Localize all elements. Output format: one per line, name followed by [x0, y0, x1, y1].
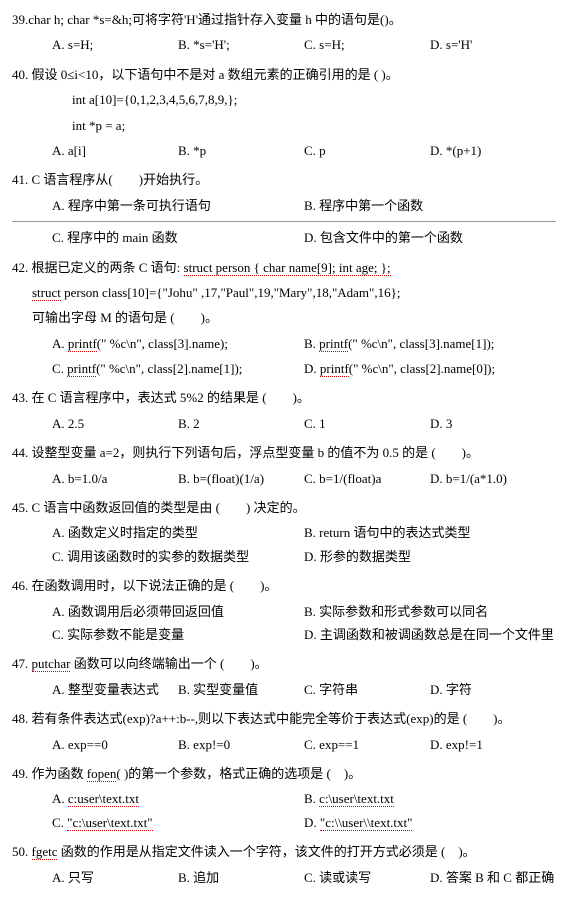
options: A. 2.5 B. 2 C. 1 D. 3 [12, 412, 556, 435]
options-row1: A. 程序中第一条可执行语句 B. 程序中第一个函数 [12, 194, 556, 217]
options: A. 只写 B. 追加 C. 读或读写 D. 答案 B 和 C 都正确 [12, 866, 556, 889]
option-d: D. exp!=1 [430, 733, 556, 756]
option-d: D. 形参的数据类型 [304, 545, 556, 568]
option-c: C. s=H; [304, 33, 430, 56]
options: A. a[i] B. *p C. p D. *(p+1) [12, 139, 556, 162]
option-c: C. printf(" %c\n", class[2].name[1]); [52, 357, 304, 380]
options: A. 函数定义时指定的类型 B. return 语句中的表达式类型 C. 调用该… [12, 521, 556, 568]
options: A. 函数调用后必须带回返回值 B. 实际参数和形式参数可以同名 C. 实际参数… [12, 600, 556, 647]
question-42: 42. 根据已定义的两条 C 语句: struct person { char … [12, 256, 556, 381]
option-b: B. 追加 [178, 866, 304, 889]
option-a: A. a[i] [52, 139, 178, 162]
option-a: A. c:user\text.txt [52, 787, 304, 810]
option-a: A. s=H; [52, 33, 178, 56]
option-a: A. 程序中第一条可执行语句 [52, 194, 304, 217]
question-43: 43. 在 C 语言程序中，表达式 5%2 的结果是 ( )。 A. 2.5 B… [12, 386, 556, 435]
question-39: 39.char h; char *s=&h;可将字符'H'通过指针存入变量 h … [12, 8, 556, 57]
options: A. c:user\text.txt B. c:\user\text.txt C… [12, 787, 556, 834]
option-a: A. b=1.0/a [52, 467, 178, 490]
option-b: B. 实型变量值 [178, 678, 304, 701]
option-a: A. 整型变量表达式 [52, 678, 178, 701]
option-d: D. 3 [430, 412, 556, 435]
option-a: A. 2.5 [52, 412, 178, 435]
question-text: 48. 若有条件表达式(exp)?a++:b--,则以下表达式中能完全等价于表达… [12, 707, 556, 730]
question-text: 49. 作为函数 fopen( )的第一个参数，格式正确的选项是 ( )。 [12, 762, 556, 785]
option-a: A. exp==0 [52, 733, 178, 756]
question-text: 40. 假设 0≤i<10，以下语句中不是对 a 数组元素的正确引用的是 ( )… [12, 63, 556, 86]
option-b: B. 程序中第一个函数 [304, 194, 556, 217]
question-40: 40. 假设 0≤i<10，以下语句中不是对 a 数组元素的正确引用的是 ( )… [12, 63, 556, 163]
option-b: B. *s='H'; [178, 33, 304, 56]
option-c: C. 字符串 [304, 678, 430, 701]
struct-keyword: struct person { char name[9]; int age; }… [184, 260, 391, 276]
option-c: C. "c:\user\text.txt" [52, 811, 304, 834]
question-text: 44. 设整型变量 a=2，则执行下列语句后，浮点型变量 b 的值不为 0.5 … [12, 441, 556, 464]
option-b: B. b=(float)(1/a) [178, 467, 304, 490]
option-c: C. 程序中的 main 函数 [52, 226, 304, 249]
option-d: D. 主调函数和被调函数总是在同一个文件里 [304, 623, 556, 646]
question-text: 41. C 语言程序从( )开始执行。 [12, 168, 556, 191]
options: A. s=H; B. *s='H'; C. s=H; D. s='H' [12, 33, 556, 56]
question-49: 49. 作为函数 fopen( )的第一个参数，格式正确的选项是 ( )。 A.… [12, 762, 556, 834]
question-text: 45. C 语言中函数返回值的类型是由 ( ) 决定的。 [12, 496, 556, 519]
question-45: 45. C 语言中函数返回值的类型是由 ( ) 决定的。 A. 函数定义时指定的… [12, 496, 556, 568]
option-c: C. exp==1 [304, 733, 430, 756]
question-46: 46. 在函数调用时，以下说法正确的是 ( )。 A. 函数调用后必须带回返回值… [12, 574, 556, 646]
option-d: D. b=1/(a*1.0) [430, 467, 556, 490]
option-d: D. *(p+1) [430, 139, 556, 162]
question-44: 44. 设整型变量 a=2，则执行下列语句后，浮点型变量 b 的值不为 0.5 … [12, 441, 556, 490]
option-d: D. 字符 [430, 678, 556, 701]
question-text: 39.char h; char *s=&h;可将字符'H'通过指针存入变量 h … [12, 8, 556, 31]
option-c: C. p [304, 139, 430, 162]
question-text: 47. putchar 函数可以向终端输出一个 ( )。 [12, 652, 556, 675]
question-text: 43. 在 C 语言程序中，表达式 5%2 的结果是 ( )。 [12, 386, 556, 409]
question-text: 46. 在函数调用时，以下说法正确的是 ( )。 [12, 574, 556, 597]
option-b: B. c:\user\text.txt [304, 787, 556, 810]
option-d: D. 包含文件中的第一个函数 [304, 226, 556, 249]
option-a: A. 函数调用后必须带回返回值 [52, 600, 304, 623]
code-line-1: int a[10]={0,1,2,3,4,5,6,7,8,9,}; [12, 88, 556, 111]
option-c: C. b=1/(float)a [304, 467, 430, 490]
question-50: 50. fgetc 函数的作用是从指定文件读入一个字符，该文件的打开方式必须是 … [12, 840, 556, 889]
option-b: B. printf(" %c\n", class[3].name[1]); [304, 332, 556, 355]
option-d: D. s='H' [430, 33, 556, 56]
options-row2: C. 程序中的 main 函数 D. 包含文件中的第一个函数 [12, 226, 556, 249]
question-text-line2: struct person class[10]={"Johu" ,17,"Pau… [12, 281, 556, 304]
question-41: 41. C 语言程序从( )开始执行。 A. 程序中第一条可执行语句 B. 程序… [12, 168, 556, 249]
option-a: A. 函数定义时指定的类型 [52, 521, 304, 544]
option-b: B. 实际参数和形式参数可以同名 [304, 600, 556, 623]
divider [12, 221, 556, 222]
question-text-line1: 42. 根据已定义的两条 C 语句: struct person { char … [12, 256, 556, 279]
option-d: D. "c:\\user\\text.txt" [304, 811, 556, 834]
q-num: 39 [12, 12, 25, 27]
option-a: A. printf(" %c\n", class[3].name); [52, 332, 304, 355]
option-b: B. exp!=0 [178, 733, 304, 756]
option-b: B. 2 [178, 412, 304, 435]
option-b: B. *p [178, 139, 304, 162]
option-c: C. 1 [304, 412, 430, 435]
option-c: C. 调用该函数时的实参的数据类型 [52, 545, 304, 568]
question-text: 50. fgetc 函数的作用是从指定文件读入一个字符，该文件的打开方式必须是 … [12, 840, 556, 863]
question-text-line3: 可输出字母 M 的语句是 ( )。 [12, 306, 556, 329]
question-48: 48. 若有条件表达式(exp)?a++:b--,则以下表达式中能完全等价于表达… [12, 707, 556, 756]
option-d: D. 答案 B 和 C 都正确 [430, 866, 556, 889]
q-body: char h; char *s=&h;可将字符'H'通过指针存入变量 h 中的语… [28, 12, 401, 27]
code-line-2: int *p = a; [12, 114, 556, 137]
option-c: C. 实际参数不能是变量 [52, 623, 304, 646]
options: A. 整型变量表达式 B. 实型变量值 C. 字符串 D. 字符 [12, 678, 556, 701]
options: A. b=1.0/a B. b=(float)(1/a) C. b=1/(flo… [12, 467, 556, 490]
question-47: 47. putchar 函数可以向终端输出一个 ( )。 A. 整型变量表达式 … [12, 652, 556, 701]
option-c: C. 读或读写 [304, 866, 430, 889]
options: A. exp==0 B. exp!=0 C. exp==1 D. exp!=1 [12, 733, 556, 756]
option-d: D. printf(" %c\n", class[2].name[0]); [304, 357, 556, 380]
options: A. printf(" %c\n", class[3].name); B. pr… [12, 332, 556, 381]
option-b: B. return 语句中的表达式类型 [304, 521, 556, 544]
option-a: A. 只写 [52, 866, 178, 889]
